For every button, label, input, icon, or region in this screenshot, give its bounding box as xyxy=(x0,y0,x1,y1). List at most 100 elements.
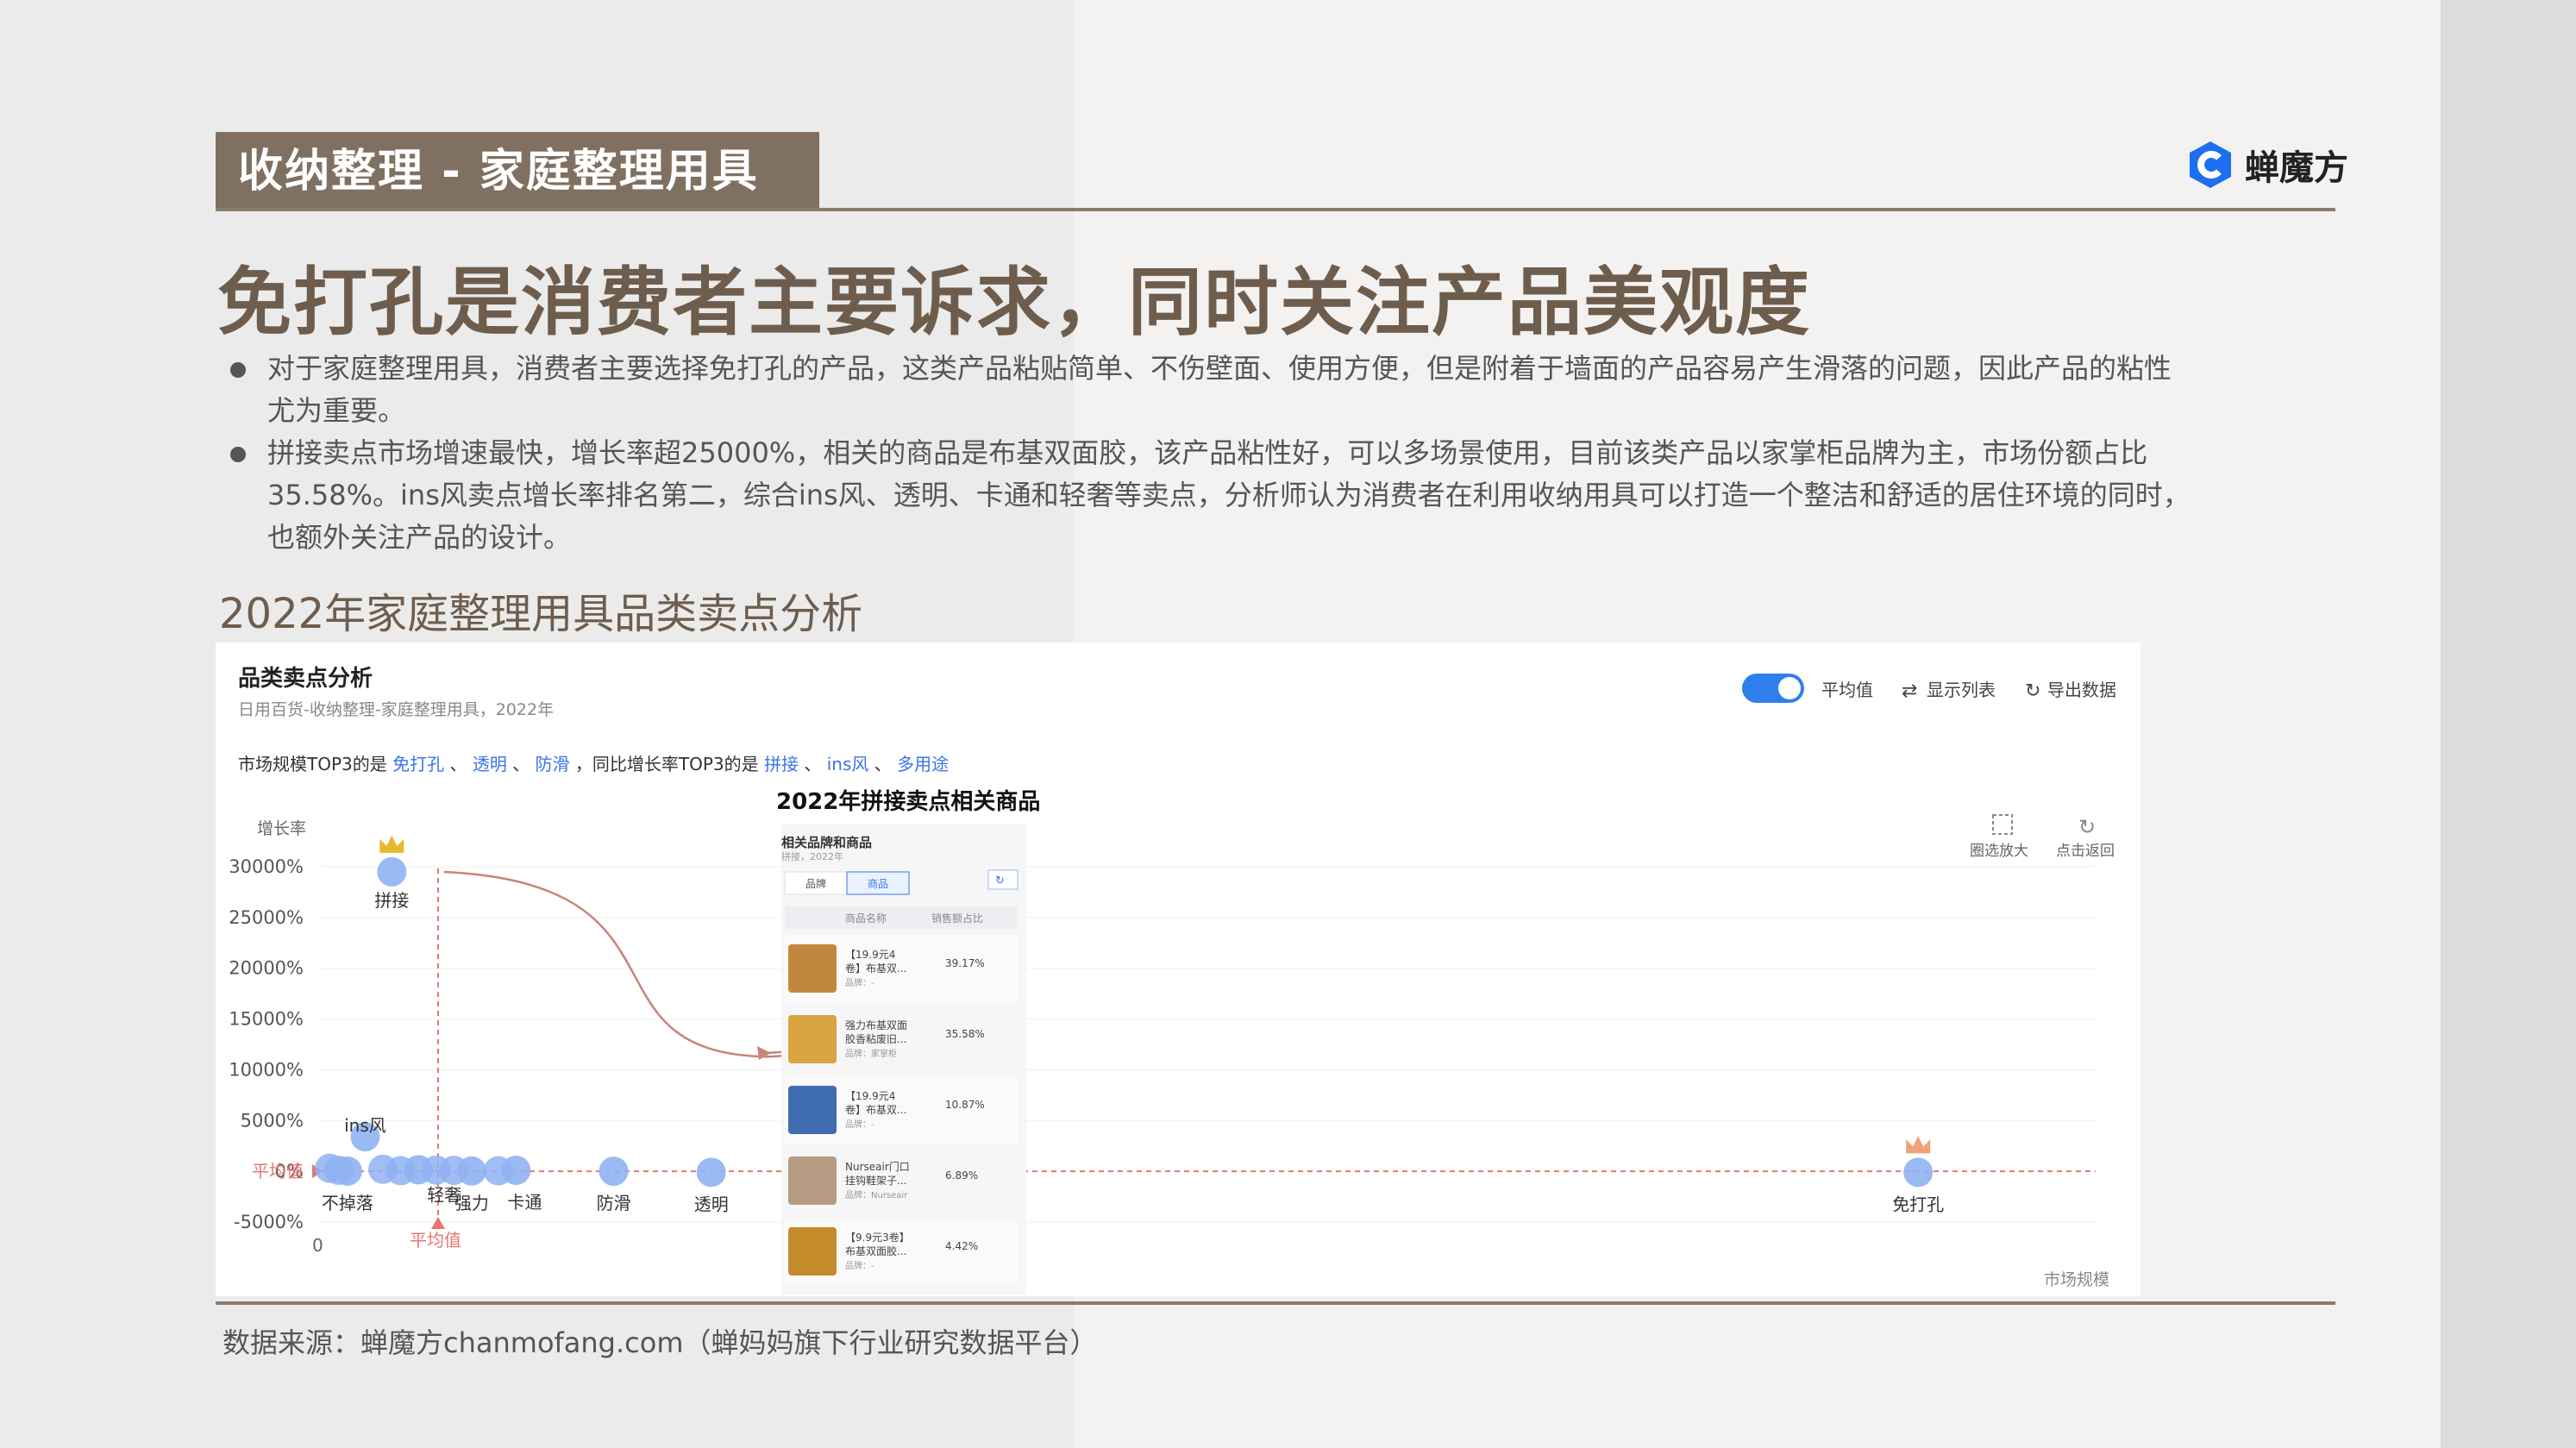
summary-link[interactable]: 多用途 xyxy=(897,754,949,774)
background-edge xyxy=(2441,0,2576,1448)
callout-arrow xyxy=(443,870,804,1058)
category-tag: 收纳整理 - 家庭整理用具 xyxy=(216,132,819,211)
summary-prefix: 市场规模TOP3的是 xyxy=(238,754,387,774)
product-name: 【19.9元4 xyxy=(845,949,895,961)
summary-separator: 、 xyxy=(874,754,892,774)
zoom-select-button[interactable]: 圈选放大 xyxy=(1970,814,2028,860)
scatter-point xyxy=(1903,1157,1934,1188)
point-label: 免打孔 xyxy=(1892,1194,1944,1214)
product-name: 卷】布基双... xyxy=(845,1103,906,1116)
export-icon: ↻ xyxy=(2025,680,2040,702)
inset-col-name: 商品名称 xyxy=(845,912,887,925)
product-brand: 品牌：- xyxy=(845,1260,874,1271)
point-label: 不掉落 xyxy=(322,1193,373,1213)
show-list-button[interactable]: ⇄ 显示列表 xyxy=(1902,680,1996,702)
product-thumbnail xyxy=(788,944,837,993)
product-share: 39.17% xyxy=(945,957,985,969)
y-tick-label: -5000% xyxy=(234,1212,304,1232)
product-share: 10.87% xyxy=(945,1099,985,1111)
analysis-chart: 品类卖点分析 日用百货-收纳整理-家庭整理用具，2022年 平均值 ⇄ 显示列表… xyxy=(229,665,2116,1294)
summary-mid: ，同比增长率TOP3的是 xyxy=(575,754,759,774)
product-share: 4.42% xyxy=(945,1240,978,1252)
point-label: 透明 xyxy=(694,1194,729,1214)
product-brand: 品牌：- xyxy=(845,977,874,988)
export-label: 导出数据 xyxy=(2047,680,2116,700)
product-name: 【9.9元3卷】 xyxy=(845,1231,910,1244)
inset-col-share: 销售额占比 xyxy=(931,912,983,925)
zoom-select-label: 圈选放大 xyxy=(1970,843,2028,860)
y-tick-label: 15000% xyxy=(229,1009,304,1030)
x-axis-tick: 0 xyxy=(312,1235,323,1256)
bullet-item: 对于家庭整理用具，消费者主要选择免打孔的产品，这类产品粘贴简单、不伤壁面、使用方… xyxy=(226,348,2330,432)
inset-title: 相关品牌和商品 xyxy=(781,835,872,850)
bullet-line: 35.58%。ins风卖点增长率排名第二，综合ins风、透明、卡通和轻奢等卖点，… xyxy=(267,479,2191,511)
summary-link[interactable]: ins风 xyxy=(827,754,869,774)
average-toggle-label: 平均值 xyxy=(1821,680,1873,700)
summary-line: 市场规模TOP3的是 免打孔 、 透明 、 防滑 ，同比增长率TOP3的是 拼接… xyxy=(238,754,949,774)
scatter-points: 拼接ins风不掉落 轻奢强力 卡通 防滑 透明 免打孔 xyxy=(315,835,1944,1214)
bullet-dot xyxy=(230,447,246,462)
x-axis-label: 市场规模 xyxy=(2044,1270,2109,1289)
repeat-icon: ⇄ xyxy=(1902,680,1917,702)
header-divider xyxy=(216,208,2335,211)
summary-link[interactable]: 透明 xyxy=(473,754,507,774)
product-thumbnail xyxy=(788,1157,837,1205)
product-name: 布基双面胶... xyxy=(845,1244,906,1257)
export-data-button[interactable]: ↻ 导出数据 xyxy=(2025,680,2116,702)
callout-arrow-line xyxy=(444,872,762,1058)
y-tick-label: 30000% xyxy=(229,856,304,877)
panel-title: 品类卖点分析 xyxy=(238,665,373,692)
point-label: 卡通 xyxy=(507,1192,542,1213)
brand-logo-icon xyxy=(2190,141,2231,188)
product-thumbnail xyxy=(788,1086,837,1134)
product-name: 胶香粘废旧... xyxy=(845,1032,906,1045)
product-brand: 品牌：家掌柜 xyxy=(845,1048,897,1059)
refresh-icon: ↻ xyxy=(995,874,1005,887)
product-name: 强力布基双面 xyxy=(845,1019,907,1031)
brand-logo: 蝉魔方 xyxy=(2184,135,2348,195)
scatter-point xyxy=(377,856,407,887)
summary-link[interactable]: 防滑 xyxy=(536,754,570,774)
reset-button[interactable]: ↻ 点击返回 xyxy=(2056,815,2115,860)
bullet-dot xyxy=(230,362,246,378)
scatter-point xyxy=(696,1157,726,1188)
panel-subtitle: 日用百货-收纳整理-家庭整理用具，2022年 xyxy=(238,700,554,719)
product-thumbnail xyxy=(788,1015,837,1063)
page-headline: 免打孔是消费者主要诉求，同时关注产品美观度 xyxy=(217,260,1811,346)
reset-label: 点击返回 xyxy=(2056,843,2115,860)
y-axis-label: 增长率 xyxy=(257,819,306,838)
bullet-line: 尤为重要。 xyxy=(267,394,406,427)
product-name: 卷】布基双... xyxy=(845,962,906,975)
bullet-line: 拼接卖点市场增速最快，增长率超25000%，相关的商品是布基双面胶，该产品粘性好… xyxy=(267,436,2148,469)
product-name: 挂钩鞋架子... xyxy=(845,1174,906,1187)
summary-link[interactable]: 免打孔 xyxy=(392,754,444,774)
show-list-label: 显示列表 xyxy=(1927,680,1996,700)
summary-link[interactable]: 拼接 xyxy=(764,754,799,774)
bullet-line: 对于家庭整理用具，消费者主要选择免打孔的产品，这类产品粘贴简单、不伤壁面、使用方… xyxy=(267,352,2172,385)
y-tick-label: 5000% xyxy=(241,1110,304,1131)
point-label: 拼接 xyxy=(374,890,409,911)
product-name: Nurseair门口 xyxy=(845,1160,910,1173)
inset-caption: 2022年拼接卖点相关商品 xyxy=(776,788,1040,815)
product-brand: 品牌：- xyxy=(845,1119,874,1130)
inset-subtitle: 拼接，2022年 xyxy=(781,850,843,862)
reset-icon: ↻ xyxy=(2078,815,2096,839)
average-x-label: 平均值 xyxy=(410,1230,461,1251)
brand-name: 蝉魔方 xyxy=(2245,148,2348,188)
product-share: 35.58% xyxy=(945,1028,985,1040)
average-line-label: 平均值 xyxy=(252,1161,304,1182)
analysis-panel: 品类卖点分析 日用百货-收纳整理-家庭整理用具，2022年 平均值 ⇄ 显示列表… xyxy=(216,643,2140,1296)
inset-tab-brand-label: 品牌 xyxy=(805,878,826,890)
product-share: 6.89% xyxy=(945,1169,978,1182)
y-tick-label: 20000% xyxy=(229,958,304,979)
summary-separator: 、 xyxy=(512,754,530,774)
data-source: 数据来源：蝉魔方chanmofang.com（蝉妈妈旗下行业研究数据平台） xyxy=(223,1326,1098,1359)
inset-tab-goods-label: 商品 xyxy=(868,877,888,890)
bullet-line: 也额外关注产品的设计。 xyxy=(267,521,572,554)
average-toggle[interactable] xyxy=(1742,674,1804,703)
bullet-item: 拼接卖点市场增速最快，增长率超25000%，相关的商品是布基双面胶，该产品粘性好… xyxy=(226,432,2330,559)
product-brand: 品牌：Nurseair xyxy=(845,1189,908,1200)
point-label: ins风 xyxy=(344,1115,386,1136)
point-label: 强力 xyxy=(454,1193,489,1213)
bullet-list: 对于家庭整理用具，消费者主要选择免打孔的产品，这类产品粘贴简单、不伤壁面、使用方… xyxy=(226,348,2330,559)
